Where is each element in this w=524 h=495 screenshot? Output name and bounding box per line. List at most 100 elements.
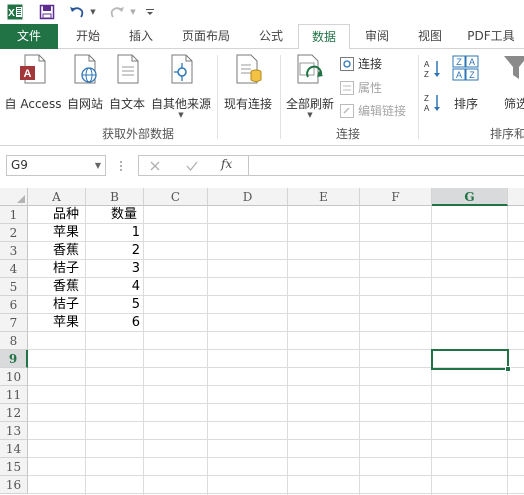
row-header-15[interactable]: 15 (0, 458, 28, 476)
cell-a2[interactable]: 苹果 (28, 224, 85, 242)
refresh-all-label: 全部刷新 (285, 97, 334, 111)
row-header-9[interactable]: 9 (0, 350, 28, 368)
edit-links-button[interactable]: 编辑链接 (340, 102, 406, 119)
sort-descending-button[interactable]: Z A (424, 93, 442, 113)
from-access-button[interactable]: A 自 Access (2, 53, 64, 113)
formula-input[interactable] (249, 155, 524, 176)
filter-label: 筛选 (503, 97, 524, 111)
ribbon-tab-row: 文件 开始 插入 页面布局 公式 数据 审阅 视图 PDF工具 (0, 24, 524, 50)
svg-text:X: X (8, 8, 15, 19)
row-header-6[interactable]: 6 (0, 296, 28, 314)
gridline (287, 206, 288, 495)
fill-handle[interactable] (505, 366, 511, 372)
row-header-11[interactable]: 11 (0, 386, 28, 404)
column-header-c[interactable]: C (144, 188, 208, 206)
group-divider (280, 55, 281, 139)
tab-home[interactable]: 开始 (62, 24, 114, 49)
selected-cell-g9[interactable] (431, 349, 509, 370)
name-box[interactable]: G9 ▼ (6, 155, 106, 176)
cell-b7[interactable]: 6 (86, 314, 143, 332)
refresh-all-icon (297, 54, 323, 84)
tab-insert[interactable]: 插入 (114, 24, 168, 49)
cell-b1[interactable]: 数量 (86, 206, 143, 224)
row-header-7[interactable]: 7 (0, 314, 28, 332)
from-text-label: 自文本 (108, 97, 145, 111)
existing-connections-button[interactable]: 现有连接 (220, 53, 276, 113)
customize-qat-icon[interactable] (144, 3, 156, 20)
undo-icon[interactable] (66, 3, 88, 20)
from-other-dropdown-icon: ▼ (178, 111, 184, 119)
cell-a7[interactable]: 苹果 (28, 314, 85, 332)
row-header-16[interactable]: 16 (0, 476, 28, 494)
cancel-icon[interactable] (149, 160, 161, 172)
cell-b3[interactable]: 2 (86, 242, 143, 260)
row-header-3[interactable]: 3 (0, 242, 28, 260)
formula-bar-grip-icon[interactable] (119, 159, 123, 173)
column-header-a[interactable]: A (28, 188, 86, 206)
row-header-4[interactable]: 4 (0, 260, 28, 278)
column-header-e[interactable]: E (288, 188, 360, 206)
row-header-14[interactable]: 14 (0, 440, 28, 458)
cell-a5[interactable]: 香蕉 (28, 278, 85, 296)
column-header-d[interactable]: D (208, 188, 288, 206)
cell-a3[interactable]: 香蕉 (28, 242, 85, 260)
redo-dropdown-icon[interactable]: ▼ (128, 3, 138, 20)
tab-view[interactable]: 视图 (404, 24, 456, 49)
column-header-b[interactable]: B (86, 188, 144, 206)
redo-icon[interactable] (106, 3, 128, 20)
excel-logo-icon[interactable]: X (6, 3, 24, 20)
cell-b6[interactable]: 5 (86, 296, 143, 314)
refresh-all-button[interactable]: 全部刷新 ▼ (282, 53, 338, 125)
cell-a1[interactable]: 品种 (28, 206, 85, 224)
tab-pdf-tools[interactable]: PDF工具 (458, 24, 524, 49)
sort-ascending-button[interactable]: A Z (424, 59, 442, 79)
connections-icon (340, 56, 354, 71)
undo-dropdown-icon[interactable]: ▼ (88, 3, 98, 20)
svg-text:A: A (469, 57, 475, 67)
cell-a6[interactable]: 桔子 (28, 296, 85, 314)
gridline (28, 475, 524, 476)
column-header-h[interactable] (508, 188, 524, 206)
row-header-12[interactable]: 12 (0, 404, 28, 422)
gridline (28, 457, 524, 458)
insert-function-button[interactable]: fx (221, 157, 232, 171)
row-header-10[interactable]: 10 (0, 368, 28, 386)
row-header-2[interactable]: 2 (0, 224, 28, 242)
svg-text:Z: Z (456, 57, 462, 67)
web-globe-icon (74, 54, 97, 84)
cell-b2[interactable]: 1 (86, 224, 143, 242)
connections-button[interactable]: 连接 (340, 55, 382, 72)
filter-button[interactable]: 筛选 (496, 53, 524, 113)
from-text-button[interactable]: 自文本 (106, 53, 148, 113)
row-header-8[interactable]: 8 (0, 332, 28, 350)
cell-b4[interactable]: 3 (86, 260, 143, 278)
svg-text:A: A (424, 104, 430, 113)
tab-formulas[interactable]: 公式 (244, 24, 298, 49)
name-box-dropdown-icon[interactable]: ▼ (95, 156, 101, 175)
row-header-1[interactable]: 1 (0, 206, 28, 224)
tab-file[interactable]: 文件 (0, 24, 58, 49)
column-header-g[interactable]: G (432, 188, 508, 206)
cell-a4[interactable]: 桔子 (28, 260, 85, 278)
select-all-corner[interactable] (0, 188, 28, 206)
properties-icon (340, 80, 354, 95)
from-other-sources-button[interactable]: 自其他来源 ▼ (148, 53, 214, 125)
from-web-button[interactable]: 自网站 (64, 53, 106, 113)
row-header-5[interactable]: 5 (0, 278, 28, 296)
tab-review[interactable]: 审阅 (350, 24, 404, 49)
cell-b5[interactable]: 4 (86, 278, 143, 296)
tab-data[interactable]: 数据 (298, 24, 350, 50)
gridline (207, 206, 208, 495)
gridline (28, 385, 524, 386)
properties-button[interactable]: 属性 (340, 79, 382, 96)
enter-icon[interactable] (186, 160, 198, 172)
sort-button[interactable]: Z A A Z 排序 (446, 53, 486, 113)
gridline (143, 206, 144, 495)
svg-text:A: A (24, 68, 32, 80)
tab-page-layout[interactable]: 页面布局 (168, 24, 244, 49)
save-icon[interactable] (38, 3, 56, 20)
column-header-f[interactable]: F (360, 188, 432, 206)
row-header-13[interactable]: 13 (0, 422, 28, 440)
worksheet-grid[interactable]: A B C D E F G 1 2 3 4 5 6 7 8 9 10 11 12… (0, 188, 524, 495)
sort-descending-icon: Z A (424, 94, 440, 113)
